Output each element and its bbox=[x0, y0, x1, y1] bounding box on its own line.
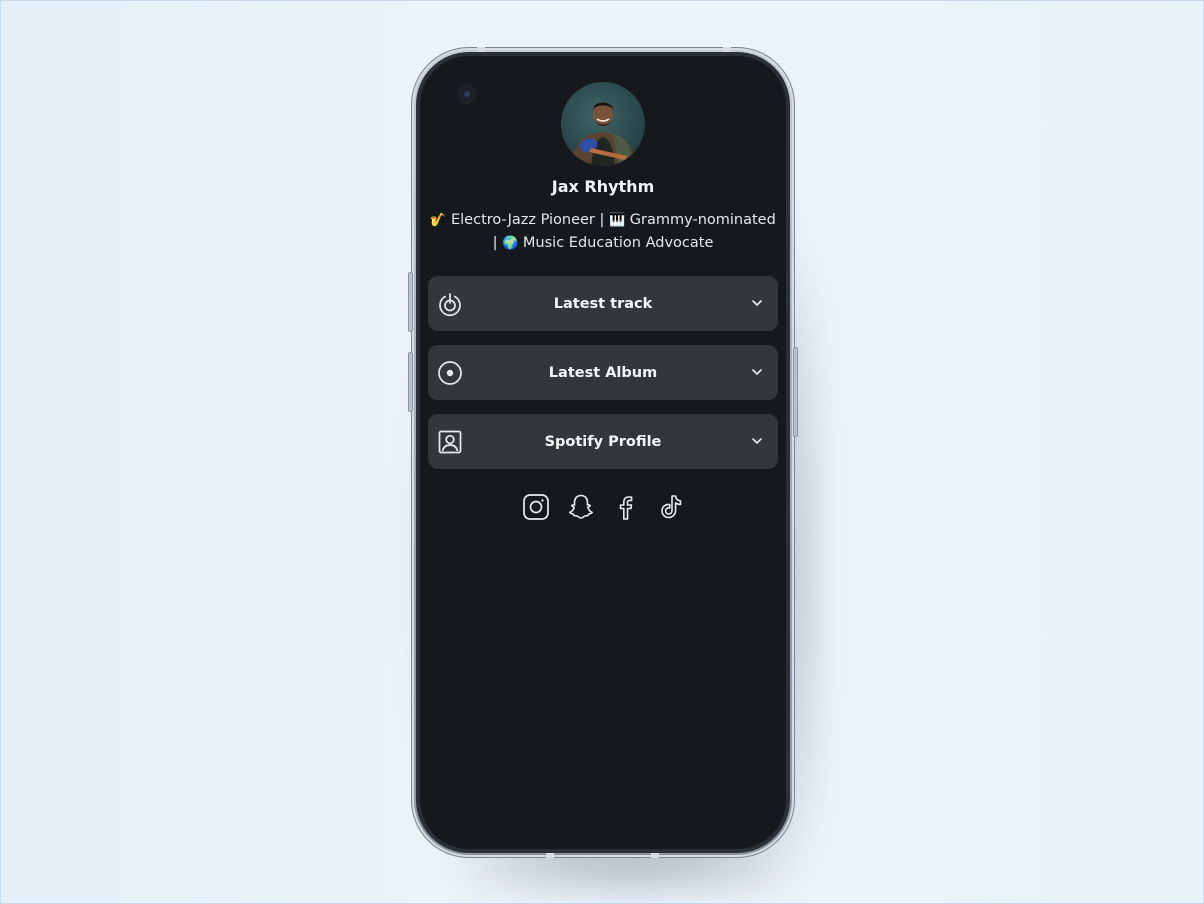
tiktok-icon[interactable] bbox=[657, 493, 685, 521]
link-card-label: Latest Album bbox=[548, 364, 658, 381]
link-card-label: Spotify Profile bbox=[544, 433, 662, 450]
link-card-latest-track[interactable]: Latest track bbox=[428, 276, 778, 331]
facebook-icon[interactable] bbox=[612, 493, 640, 521]
link-card-latest-album[interactable]: Latest Album bbox=[428, 345, 778, 400]
bio-text: Music Education Advocate bbox=[518, 235, 714, 251]
profile-bio: 🎷 Electro-Jazz Pioneer | 🎹 Grammy-nomina… bbox=[428, 209, 778, 255]
volume-down-button bbox=[408, 352, 413, 412]
front-camera-icon bbox=[457, 84, 477, 104]
social-links bbox=[420, 493, 786, 521]
profile-name: Jax Rhythm bbox=[551, 177, 655, 196]
bio-line-1: 🎷 Electro-Jazz Pioneer | 🎹 Grammy-nomina… bbox=[428, 209, 778, 232]
bio-text: Electro-Jazz Pioneer | bbox=[446, 212, 609, 228]
chevron-down-icon[interactable] bbox=[751, 366, 763, 378]
bio-text: | bbox=[492, 235, 503, 251]
phone-screen: Jax Rhythm 🎷 Electro-Jazz Pioneer | 🎹 Gr… bbox=[420, 56, 786, 849]
saxophone-icon: 🎷 bbox=[430, 213, 447, 228]
link-card-spotify-profile[interactable]: Spotify Profile bbox=[428, 414, 778, 469]
volume-up-button bbox=[408, 272, 413, 332]
piano-keys-icon: 🎹 bbox=[609, 213, 626, 228]
bio-line-2: | 🌍 Music Education Advocate bbox=[428, 232, 778, 255]
chevron-down-icon[interactable] bbox=[751, 297, 763, 309]
snapchat-icon[interactable] bbox=[567, 493, 595, 521]
instagram-icon[interactable] bbox=[522, 493, 550, 521]
globe-icon: 🌍 bbox=[502, 236, 519, 251]
bio-text: Grammy-nominated bbox=[625, 212, 776, 228]
chevron-down-icon[interactable] bbox=[751, 435, 763, 447]
avatar bbox=[561, 82, 645, 166]
avatar-photo bbox=[571, 102, 637, 166]
phone-frame: Jax Rhythm 🎷 Electro-Jazz Pioneer | 🎹 Gr… bbox=[408, 47, 798, 858]
power-button bbox=[793, 347, 798, 437]
link-card-label: Latest track bbox=[553, 295, 653, 312]
